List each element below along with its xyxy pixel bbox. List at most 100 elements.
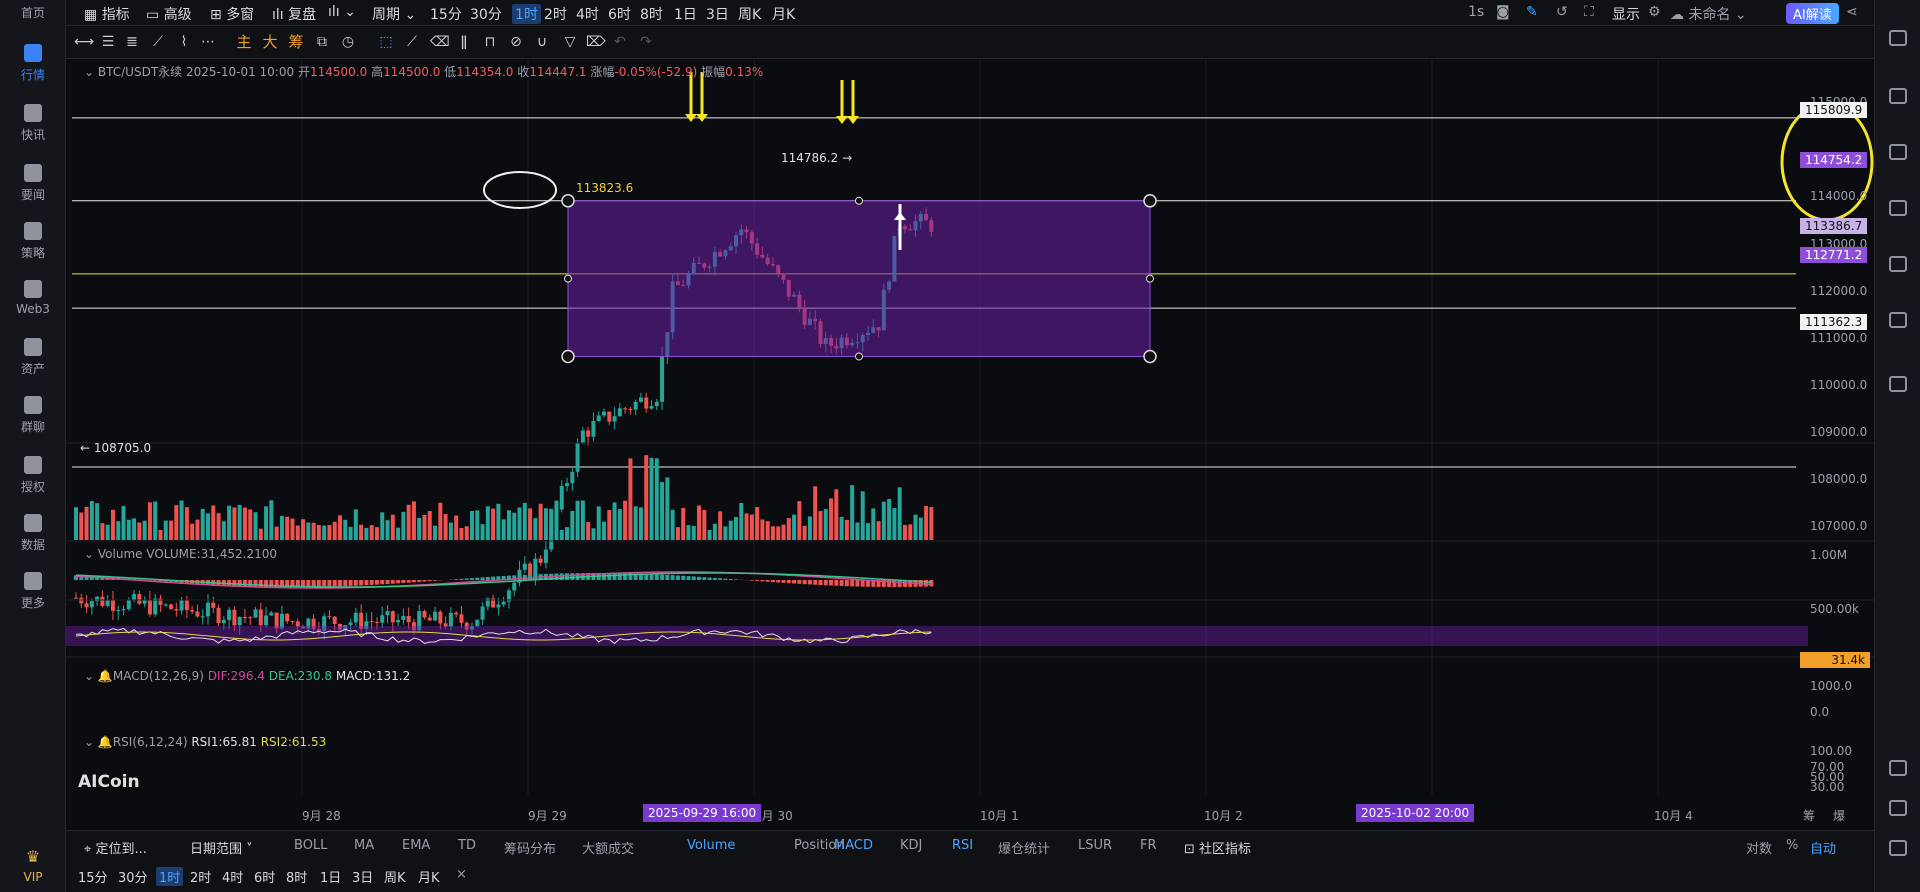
list-icon[interactable] <box>1889 88 1907 104</box>
layout-dropdown[interactable]: ☁ 未命名 ⌄ <box>1670 4 1747 24</box>
tab-rsi[interactable]: RSI <box>952 838 973 853</box>
trash-icon[interactable]: ⌦ <box>586 34 606 50</box>
chart-canvas[interactable] <box>66 60 1874 800</box>
sidebar-item-more[interactable]: 更多 <box>0 572 66 611</box>
bottom-interval-6h[interactable]: 6时 <box>254 867 275 886</box>
price-tag-support[interactable]: 111362.3 <box>1800 314 1868 330</box>
sidebar-item-strategy[interactable]: 策略 <box>0 222 66 261</box>
bottom-interval-3d[interactable]: 3日 <box>352 867 373 886</box>
bell-icon[interactable]: 🔔 <box>98 669 113 683</box>
trend-icon[interactable] <box>1889 144 1907 160</box>
calculator-icon[interactable] <box>1889 760 1907 776</box>
interval-6h[interactable]: 6时 <box>608 4 631 24</box>
main-chart-toggle[interactable]: 主 <box>236 34 252 50</box>
interval-1h[interactable]: 1时 <box>512 4 541 24</box>
date-range-dropdown[interactable]: 日期范围 ˅ <box>190 838 253 857</box>
tab-boll[interactable]: BOLL <box>294 838 327 853</box>
interval-3d[interactable]: 3日 <box>706 4 729 24</box>
sidebar-item-data[interactable]: 数据 <box>0 514 66 553</box>
auto-scale-toggle[interactable]: 自动 <box>1810 838 1836 857</box>
bottom-interval-8h[interactable]: 8时 <box>286 867 307 886</box>
price-tag-resistance-2[interactable]: 115809.9 <box>1800 102 1868 118</box>
collapse-icon[interactable]: ⌄ <box>84 547 94 561</box>
bottom-interval-1h[interactable]: 1时 <box>156 867 184 886</box>
bottom-interval-1d[interactable]: 1日 <box>320 867 341 886</box>
tab-ema[interactable]: EMA <box>402 838 430 853</box>
display-button[interactable]: 显示 <box>1612 4 1640 24</box>
parallel-lines-icon[interactable]: ☰ <box>100 34 116 50</box>
locate-button[interactable]: ⌖ 定位到... <box>84 838 147 857</box>
bottom-interval-2h[interactable]: 2时 <box>190 867 211 886</box>
sidebar-item-auth[interactable]: 授权 <box>0 456 66 495</box>
interval-week[interactable]: 周K <box>738 4 761 24</box>
bot-icon[interactable] <box>1889 312 1907 328</box>
price-tag-box-top[interactable]: 114754.2 <box>1800 152 1868 168</box>
tab-fr[interactable]: FR <box>1140 838 1157 853</box>
ruler-icon[interactable]: ⟋ <box>150 34 166 50</box>
price-tag-box-bottom[interactable]: 112771.2 <box>1800 247 1868 263</box>
ellipse-annotation-label[interactable]: 113823.6 <box>576 181 633 195</box>
copy-icon[interactable]: ⧉ <box>314 34 330 50</box>
interval-30m[interactable]: 30分 <box>470 4 502 24</box>
range-end-tag[interactable]: 2025-10-02 20:00 <box>1356 804 1475 822</box>
chart-type-dropdown[interactable]: ılı ⌄ <box>328 4 356 20</box>
chips-toggle[interactable]: 筹 <box>288 34 304 50</box>
fib-lines-icon[interactable]: ≣ <box>124 34 140 50</box>
timer-icon[interactable]: ◷ <box>340 34 356 50</box>
bell-icon[interactable]: 🔔 <box>98 735 113 749</box>
bottom-interval-month[interactable]: 月K <box>418 867 440 886</box>
bottom-interval-15m[interactable]: 15分 <box>78 867 108 886</box>
advanced-button[interactable]: ▭ 高级 <box>146 4 192 24</box>
collapse-icon[interactable]: ⌄ <box>84 65 94 79</box>
chips-axis-toggle[interactable]: 筹 <box>1803 807 1815 824</box>
interval-8h[interactable]: 8时 <box>640 4 663 24</box>
sidebar-item-market[interactable]: 行情 <box>0 44 66 83</box>
close-icon[interactable]: × <box>456 867 467 882</box>
tab-volume[interactable]: Volume <box>687 838 735 853</box>
range-start-tag[interactable]: 2025-09-29 16:00 <box>643 804 762 822</box>
indicators-button[interactable]: ▦ 指标 <box>84 4 130 24</box>
magnet-icon[interactable]: ∪ <box>534 34 550 50</box>
chart-panel-icon[interactable] <box>1889 200 1907 216</box>
big-order-toggle[interactable]: 大 <box>262 34 278 50</box>
sidebar-item-home[interactable]: 首页 <box>0 4 66 21</box>
refresh-rate[interactable]: 1s <box>1468 4 1484 20</box>
cursor-draw-icon[interactable]: ⬚ <box>378 34 394 50</box>
interval-4h[interactable]: 4时 <box>576 4 599 24</box>
sidebar-item-flash[interactable]: 快讯 <box>0 104 66 143</box>
redo-icon[interactable]: ↷ <box>638 34 654 50</box>
bottom-interval-30m[interactable]: 30分 <box>118 867 148 886</box>
hide-icon[interactable]: ⊘ <box>508 34 524 50</box>
chart-area[interactable] <box>66 60 1874 800</box>
link-icon[interactable] <box>1889 376 1907 392</box>
horizontal-line-icon[interactable]: ⟷ <box>74 34 94 50</box>
liquidation-axis-toggle[interactable]: 爆 <box>1833 807 1845 824</box>
measure-icon[interactable]: ⟋ <box>404 34 420 50</box>
candles-icon[interactable]: ǁ <box>456 34 472 50</box>
ai-interpret-button[interactable]: AI解读 <box>1786 3 1839 24</box>
interval-15m[interactable]: 15分 <box>430 4 462 24</box>
interval-1d[interactable]: 1日 <box>674 4 697 24</box>
sidebar-item-headlines[interactable]: 要闻 <box>0 164 66 203</box>
tab-kdj[interactable]: KDJ <box>900 838 922 853</box>
undo-icon[interactable]: ↶ <box>612 34 628 50</box>
collapse-icon[interactable]: ⌄ <box>84 735 94 749</box>
layers-icon[interactable] <box>1889 256 1907 272</box>
community-indicators-button[interactable]: ⊡ 社区指标 <box>1184 838 1251 857</box>
undo-layout-icon[interactable]: ↺ <box>1556 4 1568 20</box>
pen-icon[interactable]: ✎ <box>1526 4 1538 20</box>
bottom-interval-week[interactable]: 周K <box>384 867 406 886</box>
gear-icon[interactable]: ⚙ <box>1648 4 1661 20</box>
interval-month[interactable]: 月K <box>772 4 795 24</box>
replay-button[interactable]: ılı 复盘 <box>272 4 316 24</box>
interval-2h[interactable]: 2时 <box>544 4 567 24</box>
share-icon[interactable]: ⋖ <box>1846 4 1858 20</box>
clock-icon[interactable] <box>1889 30 1907 46</box>
sidebar-item-chat[interactable]: 群聊 <box>0 396 66 435</box>
more-tools-icon[interactable]: ⋯ <box>200 34 216 50</box>
tab-lsur[interactable]: LSUR <box>1078 838 1112 853</box>
tab-liquidation-stats[interactable]: 爆仓统计 <box>998 838 1050 857</box>
percent-scale-toggle[interactable]: % <box>1786 838 1798 853</box>
period-dropdown[interactable]: 周期 ⌄ <box>372 4 416 24</box>
tab-macd[interactable]: MACD <box>834 838 873 853</box>
